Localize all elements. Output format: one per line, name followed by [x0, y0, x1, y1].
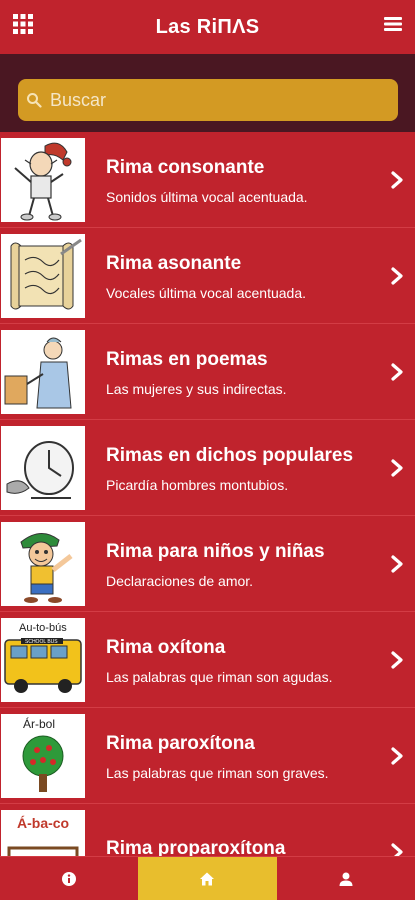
user-icon — [339, 872, 353, 886]
tab-profile[interactable] — [277, 857, 415, 900]
item-subtitle: Vocales última vocal acentuada. — [106, 284, 307, 301]
tab-info[interactable] — [0, 857, 138, 900]
item-subtitle: Declaraciones de amor. — [106, 572, 254, 589]
item-title: Rima proparoxítona — [106, 837, 286, 857]
item-title: Rima oxítona — [106, 636, 226, 658]
item-subtitle: Sonidos última vocal acentuada. — [106, 188, 308, 205]
item-subtitle: Las palabras que riman son agudas. — [106, 668, 333, 685]
rhyme-list: Rima consonante Sonidos última vocal ace… — [0, 132, 415, 856]
chevron-right-icon — [391, 555, 403, 573]
item-title: Rima asonante — [106, 252, 242, 274]
chevron-right-icon — [391, 267, 403, 285]
list-item[interactable]: Rima asonante Vocales última vocal acent… — [0, 228, 415, 324]
item-subtitle: Picardía hombres montubios. — [106, 476, 289, 493]
thumb-school-label: SCHOOL BUS — [25, 639, 58, 645]
search-input[interactable] — [50, 89, 370, 111]
list-item[interactable]: Rima para niños y niñas Declaraciones de… — [0, 516, 415, 612]
item-title: Rimas en poemas — [106, 348, 268, 370]
app-bar: Las RiΠΛS — [0, 0, 415, 54]
tab-home[interactable] — [138, 857, 277, 900]
thumb-poet-image — [1, 329, 85, 414]
thumb-tree-label: Ár-bol — [23, 716, 55, 731]
home-icon — [200, 872, 215, 885]
item-title: Rima para niños y niñas — [106, 540, 325, 562]
chevron-right-icon — [391, 363, 403, 381]
item-title: Rima paroxítona — [106, 732, 255, 754]
chevron-right-icon — [391, 651, 403, 669]
list-item[interactable]: Ár-bol Rima paroxítona Las palabras que … — [0, 708, 415, 804]
thumb-abacus-label: Á-ba-co — [17, 815, 69, 831]
list-item[interactable]: Á-ba-co Rima proparoxítona — [0, 804, 415, 856]
thumb-boy-image — [1, 521, 85, 606]
search-icon — [27, 93, 42, 108]
list-item[interactable]: Rima consonante Sonidos última vocal ace… — [0, 132, 415, 228]
thumb-bus-image: Au-to-bús SCHOOL BUS — [1, 617, 85, 702]
thumb-elf-image — [1, 137, 85, 222]
thumb-scroll-image — [1, 233, 85, 318]
bottom-nav — [0, 856, 415, 900]
search-band — [0, 54, 415, 132]
thumb-tree-image: Ár-bol — [1, 713, 85, 798]
item-subtitle: Las mujeres y sus indirectas. — [106, 380, 287, 397]
list-item[interactable]: Au-to-bús SCHOOL BUS Rima oxítona Las pa… — [0, 612, 415, 708]
list-item[interactable]: Rimas en dichos populares Picardía hombr… — [0, 420, 415, 516]
thumb-bus-label: Au-to-bús — [19, 622, 67, 634]
chevron-right-icon — [391, 171, 403, 189]
app-title: Las RiΠΛS — [155, 15, 260, 38]
menu-icon[interactable] — [383, 14, 403, 34]
search-box[interactable] — [18, 79, 398, 121]
list-item[interactable]: Rimas en poemas Las mujeres y sus indire… — [0, 324, 415, 420]
info-icon — [62, 871, 77, 886]
grid-icon[interactable] — [12, 13, 34, 35]
chevron-right-icon — [391, 747, 403, 765]
thumb-clock-image — [1, 425, 85, 510]
chevron-right-icon — [391, 459, 403, 477]
item-title: Rimas en dichos populares — [106, 444, 354, 466]
thumb-abacus-image: Á-ba-co — [1, 809, 85, 856]
item-title: Rima consonante — [106, 156, 265, 178]
item-subtitle: Las palabras que riman son graves. — [106, 764, 329, 781]
chevron-right-icon — [391, 843, 403, 856]
